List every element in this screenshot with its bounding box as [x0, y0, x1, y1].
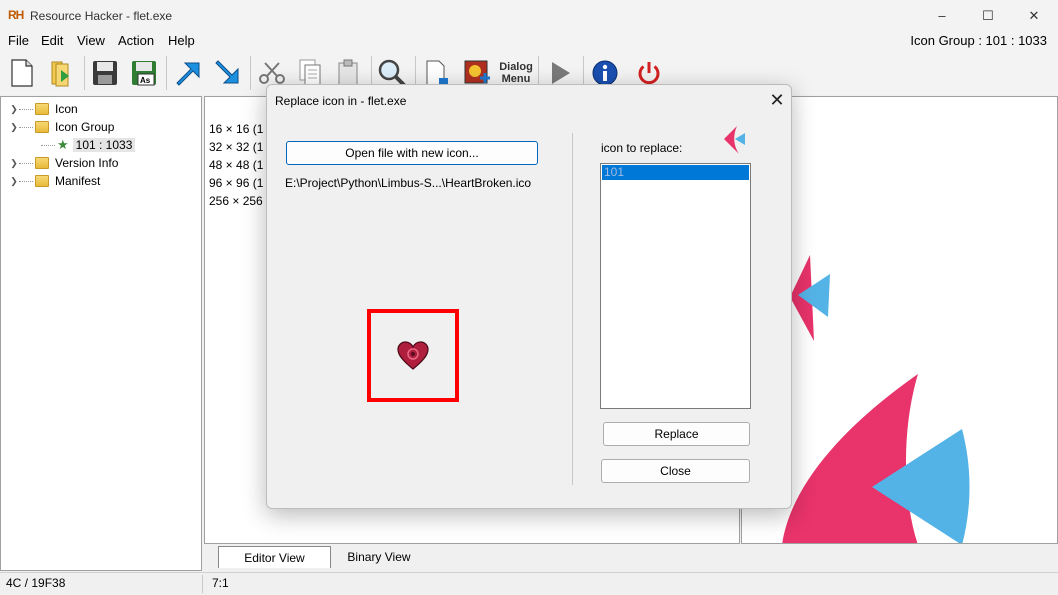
dialog-close-icon[interactable]: ✕: [763, 87, 791, 113]
save-button[interactable]: [87, 55, 123, 91]
star-icon: ★: [57, 137, 69, 152]
chevron-right-icon[interactable]: ❯: [9, 158, 19, 169]
tab-editor-view[interactable]: Editor View: [218, 546, 331, 568]
status-divider: [202, 575, 203, 593]
maximize-button[interactable]: ☐: [965, 0, 1011, 31]
tab-label: Binary View: [347, 550, 411, 564]
replace-icon-dialog: Replace icon in - flet.exe ✕ Open file w…: [266, 84, 792, 509]
editor-line: 16 × 16 (1: [209, 122, 264, 136]
list-item[interactable]: 101: [602, 165, 749, 180]
open-file-with-new-icon-button[interactable]: Open file with new icon...: [286, 141, 538, 165]
arrow-up-right-icon: [176, 62, 200, 86]
compile-button[interactable]: [169, 55, 205, 91]
power-icon: [638, 62, 660, 85]
view-tabs: Editor View Binary View: [204, 544, 1058, 571]
new-file-icon: [11, 59, 33, 87]
dialog-menu-label: Dialog Menu: [499, 61, 533, 85]
tree-item-label: 101 : 1033: [72, 138, 136, 152]
tree-item-label: Icon Group: [55, 120, 115, 134]
scissors-icon: [259, 62, 285, 84]
toolbar-separator: [250, 56, 251, 90]
minimize-button[interactable]: –: [919, 0, 965, 31]
close-window-button[interactable]: ✕: [1011, 0, 1057, 31]
open-folder-icon: [51, 61, 69, 87]
tree-item-icon[interactable]: ❯ Icon: [9, 100, 78, 118]
folder-open-icon: [35, 121, 49, 133]
folder-icon: [35, 175, 49, 187]
tree-item-label: Manifest: [55, 174, 101, 188]
app-logo: RH: [8, 8, 24, 22]
toolbar-separator: [166, 56, 167, 90]
resource-id-label: Icon Group : 101 : 1033: [910, 33, 1047, 48]
menu-view[interactable]: View: [77, 33, 105, 48]
tab-binary-view[interactable]: Binary View: [334, 546, 424, 568]
title-bar: RH Resource Hacker - flet.exe – ☐ ✕: [0, 0, 1058, 31]
open-file-button[interactable]: [44, 55, 80, 91]
menu-edit[interactable]: Edit: [41, 33, 63, 48]
heart-icon: [397, 340, 429, 370]
close-button-label: Close: [660, 464, 691, 478]
dialog-divider: [572, 133, 573, 485]
save-as-icon: As: [132, 61, 156, 86]
editor-line: 256 × 256: [209, 194, 263, 208]
toolbar-separator: [84, 56, 85, 90]
menu-bar: File Edit View Action Help: [0, 31, 1058, 51]
window-title: Resource Hacker - flet.exe: [30, 9, 173, 23]
editor-line: 32 × 32 (1: [209, 140, 264, 154]
menu-action[interactable]: Action: [118, 33, 154, 48]
flet-logo-small-icon: [724, 126, 745, 154]
replace-button-label: Replace: [654, 427, 699, 441]
arrow-down-right-icon: [215, 60, 239, 84]
svg-text:As: As: [140, 76, 151, 85]
replace-button[interactable]: Replace: [603, 422, 750, 446]
tree-item-label: Icon: [55, 102, 78, 116]
play-icon: [552, 62, 570, 84]
new-icon-preview: [367, 309, 459, 402]
icon-list[interactable]: 101: [600, 163, 751, 409]
tree-item-label: Version Info: [55, 156, 119, 170]
chevron-right-icon[interactable]: ❯: [9, 176, 19, 187]
dialog-title: Replace icon in - flet.exe: [275, 94, 407, 108]
save-icon: [93, 61, 117, 85]
tree-item-version-info[interactable]: ❯ Version Info: [9, 154, 118, 172]
tree-item-icon-group[interactable]: ❯ Icon Group: [9, 118, 114, 136]
chevron-right-icon[interactable]: ❯: [9, 104, 19, 115]
tree-item-101-1033[interactable]: ★ 101 : 1033: [41, 136, 136, 154]
tab-label: Editor View: [244, 550, 305, 565]
editor-line: 48 × 48 (1: [209, 158, 264, 172]
icon-to-replace-label: icon to replace:: [601, 141, 683, 155]
status-position: 7:1: [212, 576, 229, 590]
selected-file-path: E:\Project\Python\Limbus-S...\HeartBroke…: [285, 176, 532, 190]
chevron-down-icon[interactable]: ❯: [9, 122, 19, 133]
save-as-button[interactable]: As: [126, 55, 162, 91]
menu-file[interactable]: File: [8, 33, 29, 48]
status-offset: 4C / 19F38: [6, 576, 66, 590]
folder-icon: [35, 103, 49, 115]
menu-help[interactable]: Help: [168, 33, 195, 48]
folder-icon: [35, 157, 49, 169]
info-icon: [592, 60, 618, 86]
resource-tree[interactable]: ❯ Icon ❯ Icon Group ★ 101 : 1033 ❯ Versi…: [0, 96, 202, 571]
new-file-button[interactable]: [4, 55, 40, 91]
tree-item-manifest[interactable]: ❯ Manifest: [9, 172, 100, 190]
editor-line: 96 × 96 (1: [209, 176, 264, 190]
back-button[interactable]: [208, 55, 244, 91]
close-button[interactable]: Close: [601, 459, 750, 483]
status-bar: 4C / 19F38 7:1: [0, 572, 1058, 595]
